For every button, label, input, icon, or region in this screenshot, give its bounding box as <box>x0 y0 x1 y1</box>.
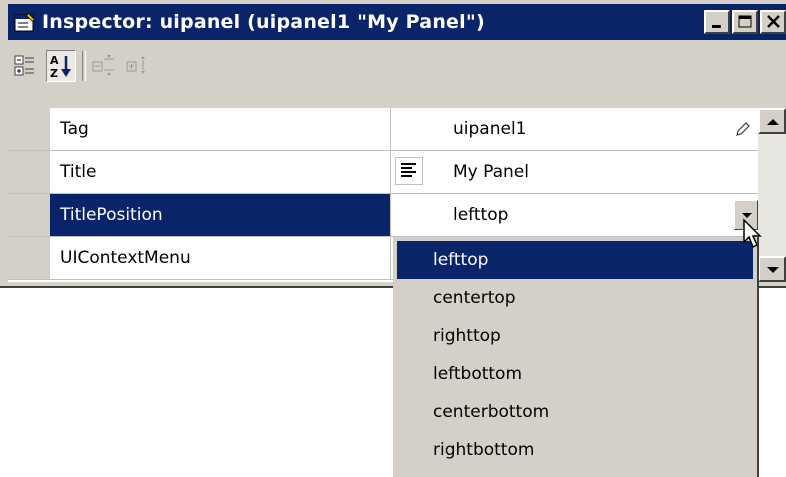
arrow-down-icon <box>767 267 779 273</box>
property-name: Title <box>60 162 97 182</box>
scroll-up-button[interactable] <box>758 108 786 134</box>
toolbar-separator <box>82 51 86 81</box>
option-righttop[interactable]: righttop <box>393 317 757 355</box>
property-value-cell[interactable]: uipanel1 <box>391 108 758 150</box>
maximize-button[interactable] <box>732 10 758 34</box>
option-lefttop[interactable]: lefttop <box>397 241 753 279</box>
categorized-view-icon <box>14 55 34 76</box>
property-name: TitlePosition <box>50 194 390 236</box>
row-gutter <box>8 108 50 150</box>
property-value-cell[interactable]: My Panel <box>391 151 758 193</box>
property-value: lefttop <box>453 205 509 225</box>
vertical-scrollbar[interactable] <box>758 108 786 282</box>
property-value: uipanel1 <box>453 119 527 139</box>
inspector-app-icon <box>14 12 36 32</box>
property-value-cell[interactable]: lefttop <box>391 194 758 236</box>
option-centerbottom[interactable]: centerbottom <box>393 393 757 431</box>
expand-all-icon <box>92 55 114 75</box>
pencil-icon[interactable] <box>734 120 752 138</box>
option-rightbottom[interactable]: rightbottom <box>393 431 757 469</box>
expand-all-button[interactable] <box>90 50 120 82</box>
property-row-tag[interactable]: Tag uipanel1 <box>8 108 758 151</box>
title-bar[interactable]: Inspector: uipanel (uipanel1 "My Panel") <box>8 4 786 40</box>
collapse-all-button[interactable] <box>124 50 154 82</box>
property-name: UIContextMenu <box>60 248 191 268</box>
minimize-icon <box>712 25 721 28</box>
maximize-icon <box>738 15 752 28</box>
property-row-titleposition[interactable]: TitlePosition lefttop <box>8 194 758 237</box>
arrow-up-icon <box>767 119 779 125</box>
collapse-all-icon <box>126 56 145 74</box>
minimize-button[interactable] <box>704 10 730 34</box>
row-gutter <box>8 237 50 279</box>
row-gutter <box>8 151 50 193</box>
row-gutter <box>8 194 50 236</box>
toolbar: A Z <box>8 44 786 88</box>
svg-text:A: A <box>50 54 59 67</box>
scroll-down-button[interactable] <box>758 256 786 282</box>
close-icon <box>767 15 780 28</box>
property-value: My Panel <box>453 162 529 182</box>
option-centertop[interactable]: centertop <box>393 279 757 317</box>
window-title: Inspector: uipanel (uipanel1 "My Panel") <box>42 11 485 33</box>
svg-text:Z: Z <box>50 67 58 80</box>
close-button[interactable] <box>760 10 786 34</box>
titleposition-options-list[interactable]: lefttop centertop righttop leftbottom ce… <box>393 237 759 477</box>
alphabetical-sort-icon: A Z <box>50 54 71 80</box>
option-leftbottom[interactable]: leftbottom <box>393 355 757 393</box>
mouse-pointer-icon <box>743 218 762 249</box>
property-row-title[interactable]: Title My Panel <box>8 151 758 194</box>
text-align-left-icon[interactable] <box>395 157 423 185</box>
property-name: Tag <box>60 119 89 139</box>
alphabetical-sort-button[interactable]: A Z <box>46 50 76 82</box>
categorized-view-button[interactable] <box>12 50 42 82</box>
